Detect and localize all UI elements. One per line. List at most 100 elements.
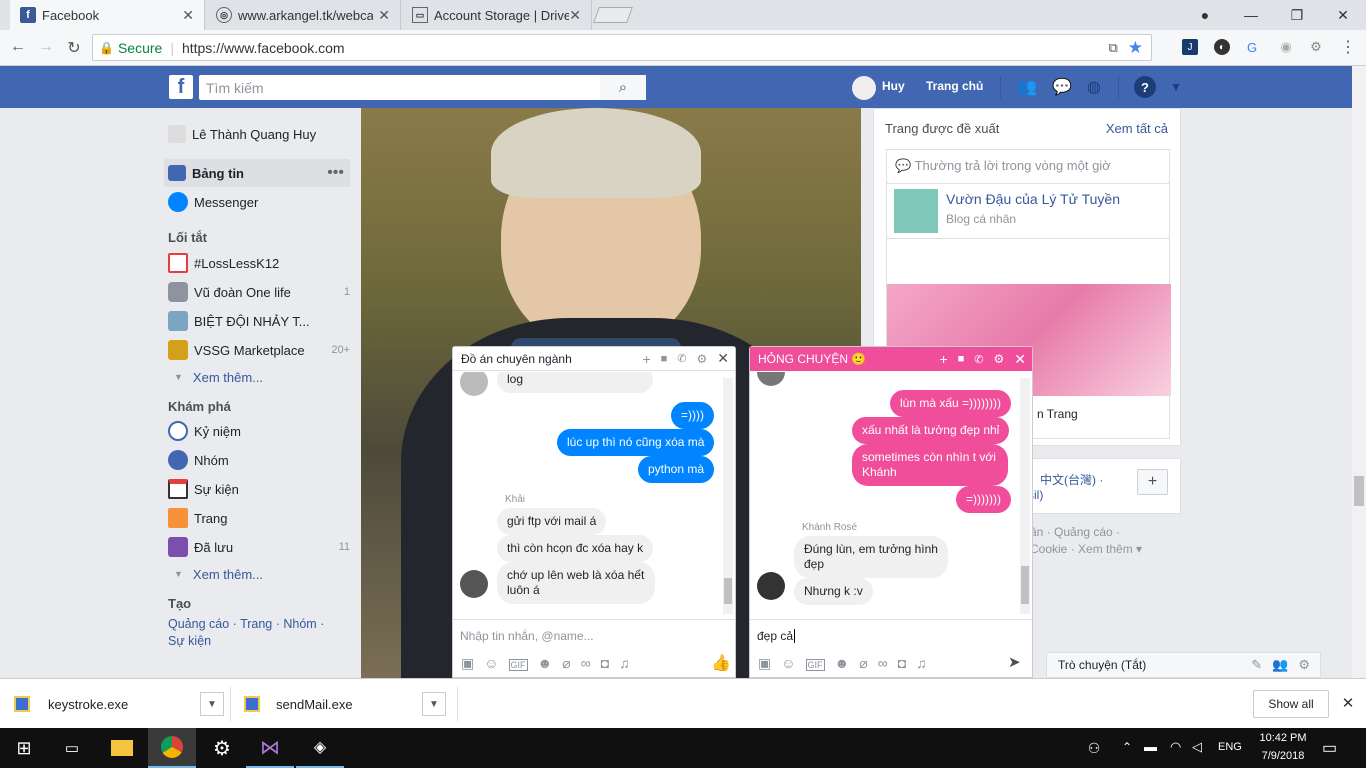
extension-icon[interactable]: ◉ bbox=[1278, 39, 1294, 55]
page-scrollbar[interactable] bbox=[1352, 66, 1366, 678]
photo-icon[interactable]: ▣ bbox=[758, 655, 771, 672]
sidebar-item-groups[interactable]: Nhóm bbox=[168, 449, 350, 471]
chat-header[interactable]: Đồ án chuyên ngành + ■ ✆ ⚙ ✕ bbox=[453, 347, 735, 371]
language-link[interactable]: 中文(台灣) · bbox=[1040, 471, 1103, 488]
restore-icon[interactable]: ❐ bbox=[1274, 0, 1320, 30]
close-icon[interactable]: ✕ bbox=[1340, 695, 1356, 712]
sidebar-item-news-feed[interactable]: Bảng tin ••• bbox=[168, 162, 350, 184]
close-icon[interactable]: ✕ bbox=[717, 350, 729, 367]
see-more-link[interactable]: ▼ Xem thêm... bbox=[168, 563, 350, 585]
account-dropdown-icon[interactable]: ▼ bbox=[1168, 78, 1184, 96]
tab-close-icon[interactable]: ✕ bbox=[378, 7, 390, 24]
tab-close-icon[interactable]: ✕ bbox=[182, 7, 194, 24]
avatar[interactable] bbox=[852, 76, 876, 100]
sidebar-item-shortcut[interactable]: BIỆT ĐỘI NHẢY T... bbox=[168, 310, 350, 332]
home-link[interactable]: Trang chủ bbox=[926, 79, 983, 93]
app-icon[interactable]: ◈ bbox=[296, 728, 344, 768]
profile-link[interactable]: Lê Thành Quang Huy bbox=[168, 123, 350, 145]
sticker-icon[interactable]: ☺ bbox=[781, 655, 795, 671]
gear-icon[interactable]: ⚙ bbox=[697, 352, 708, 366]
chevron-down-icon[interactable]: ▼ bbox=[422, 692, 446, 716]
sidebar-item-pages[interactable]: Trang bbox=[168, 507, 350, 529]
camera-icon[interactable]: ◘ bbox=[898, 655, 906, 671]
footer-links[interactable]: Cookie · Xem thêm ▾ bbox=[1030, 542, 1142, 556]
file-explorer-icon[interactable] bbox=[98, 728, 146, 768]
emoji-icon[interactable]: ☻ bbox=[538, 655, 553, 671]
footer-links[interactable]: ân · Quảng cáo · bbox=[1030, 525, 1120, 539]
page-name-link[interactable]: Vườn Đậu của Lý Tử Tuyền bbox=[946, 191, 1120, 207]
reload-icon[interactable]: ↻ bbox=[64, 38, 84, 58]
sidebar-item-messenger[interactable]: Messenger bbox=[168, 191, 350, 213]
friend-requests-icon[interactable]: 👥 bbox=[1016, 76, 1038, 98]
sidebar-item-shortcut[interactable]: #LossLessK12 bbox=[168, 252, 350, 274]
tab-drivehq[interactable]: ▭ Account Storage | DriveH ✕ bbox=[402, 0, 592, 30]
add-language-button[interactable]: + bbox=[1137, 469, 1168, 495]
search-icon[interactable]: ⌕ bbox=[600, 75, 646, 100]
new-tab-button[interactable] bbox=[593, 7, 633, 23]
show-hidden-icons-icon[interactable]: ⌃ bbox=[1122, 740, 1132, 754]
forward-icon[interactable]: → bbox=[36, 38, 56, 56]
menu-icon[interactable]: ⋮ bbox=[1340, 39, 1356, 56]
task-view-icon[interactable]: ▭ bbox=[48, 728, 96, 768]
create-event-link[interactable]: Sự kiện bbox=[168, 634, 211, 648]
language-indicator[interactable]: ENG bbox=[1218, 741, 1242, 753]
visual-studio-icon[interactable]: ⋈ bbox=[246, 728, 294, 768]
clock-date[interactable]: 7/9/2018 bbox=[1258, 750, 1308, 762]
camera-icon[interactable]: ◘ bbox=[601, 655, 609, 671]
notifications-globe-icon[interactable]: ◍ bbox=[1083, 76, 1105, 98]
attach-icon[interactable]: ⌀ bbox=[562, 655, 570, 672]
link-icon[interactable]: ∞ bbox=[878, 655, 888, 671]
battery-icon[interactable]: ▬ bbox=[1144, 739, 1157, 754]
sidebar-item-shortcut[interactable]: Vũ đoàn One life 1 bbox=[168, 281, 350, 303]
create-group-link[interactable]: Nhóm bbox=[283, 617, 316, 631]
message-input[interactable]: đẹp cả bbox=[757, 629, 796, 643]
more-options-icon[interactable]: ••• bbox=[327, 164, 344, 182]
add-people-icon[interactable]: + bbox=[939, 351, 947, 367]
close-icon[interactable]: ✕ bbox=[1014, 351, 1026, 368]
gear-icon[interactable]: ⚙ bbox=[994, 352, 1005, 366]
audio-icon[interactable]: ♫ bbox=[916, 655, 927, 671]
profile-icon[interactable]: ● bbox=[1182, 0, 1228, 30]
back-icon[interactable]: ← bbox=[8, 38, 28, 56]
sidebar-item-saved[interactable]: Đã lưu 11 bbox=[168, 536, 350, 558]
message-input[interactable]: Nhập tin nhắn, @name... bbox=[460, 629, 594, 643]
new-group-icon[interactable]: 👥 bbox=[1272, 657, 1288, 673]
chevron-down-icon[interactable]: ▼ bbox=[200, 692, 224, 716]
translate-icon[interactable]: ⧉ bbox=[1108, 40, 1117, 56]
help-icon[interactable]: ? bbox=[1134, 76, 1156, 98]
like-icon[interactable]: 👍 bbox=[711, 653, 731, 673]
extension-icon[interactable]: J bbox=[1182, 39, 1198, 55]
extension-icon[interactable]: ⚙ bbox=[1308, 39, 1324, 55]
page-thumbnail[interactable] bbox=[894, 189, 938, 233]
message-list[interactable]: log =)))) lúc up thì nó cũng xóa mà pyth… bbox=[453, 372, 735, 617]
create-page-link[interactable]: Trang bbox=[240, 617, 272, 631]
search-input[interactable]: Tìm kiếm ⌕ bbox=[199, 75, 646, 100]
sidebar-item-shortcut[interactable]: VSSG Marketplace 20+ bbox=[168, 339, 350, 361]
phone-icon[interactable]: ✆ bbox=[974, 353, 983, 366]
compose-icon[interactable]: ✎ bbox=[1251, 657, 1262, 673]
address-bar[interactable]: 🔒 Secure | https://www.facebook.com ⧉ ★ bbox=[92, 34, 1152, 61]
emoji-icon[interactable]: ☻ bbox=[835, 655, 850, 671]
bookmark-star-icon[interactable]: ★ bbox=[1128, 38, 1143, 58]
sticker-icon[interactable]: ☺ bbox=[484, 655, 498, 671]
photo-icon[interactable]: ▣ bbox=[461, 655, 474, 672]
download-item[interactable]: sendMail.exe ▼ bbox=[244, 691, 446, 717]
video-call-icon[interactable]: ■ bbox=[661, 353, 668, 365]
attach-icon[interactable]: ⌀ bbox=[859, 655, 867, 672]
tab-arkangel[interactable]: ◎ www.arkangel.tk/webcam ✕ bbox=[206, 0, 401, 30]
windows-start-icon[interactable]: ⊞ bbox=[0, 728, 48, 768]
translate-extension-icon[interactable]: G bbox=[1244, 39, 1260, 55]
settings-gear-icon[interactable]: ⚙ bbox=[198, 728, 246, 768]
wifi-icon[interactable]: ◠ bbox=[1170, 739, 1181, 755]
add-people-icon[interactable]: + bbox=[642, 351, 650, 367]
show-all-button[interactable]: Show all bbox=[1253, 690, 1329, 718]
clock-time[interactable]: 10:42 PM bbox=[1258, 732, 1308, 744]
tab-facebook[interactable]: f Facebook ✕ bbox=[10, 0, 205, 30]
extension-icon[interactable]: ◐ bbox=[1214, 39, 1230, 55]
facebook-logo-icon[interactable]: f bbox=[169, 75, 193, 99]
close-window-icon[interactable]: ✕ bbox=[1320, 0, 1366, 30]
video-call-icon[interactable]: ■ bbox=[958, 353, 965, 365]
gif-icon[interactable]: GIF bbox=[508, 659, 528, 671]
chat-sidebar-bar[interactable]: Trò chuyện (Tắt) ✎ 👥 ⚙ bbox=[1046, 652, 1321, 678]
profile-link[interactable]: Huy bbox=[882, 79, 905, 93]
